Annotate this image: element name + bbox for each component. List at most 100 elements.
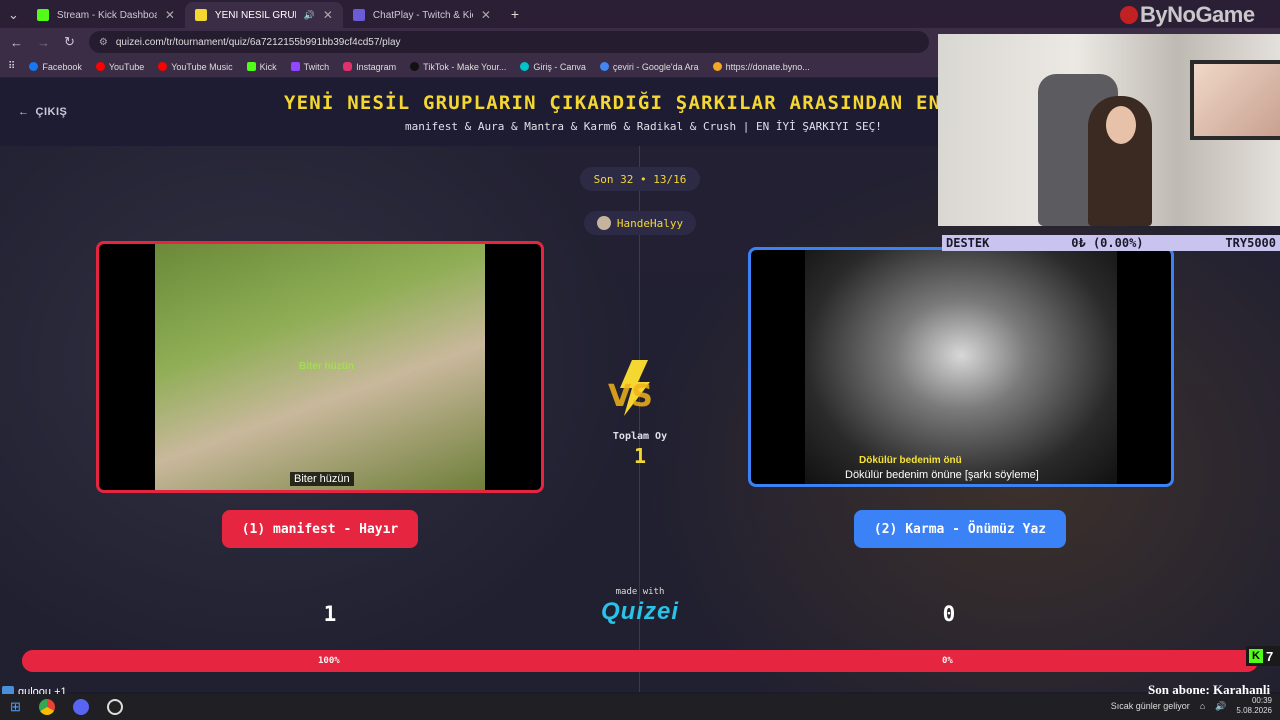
os-taskbar: ⊞ — [0, 694, 1280, 720]
chatplay-favicon-icon — [352, 9, 365, 21]
google-icon — [599, 62, 609, 71]
score-right: 0 — [942, 602, 956, 626]
tab-chatplay[interactable]: ChatPlay - Twitch & Kick İzleyic ✕ — [343, 2, 501, 28]
twitch-icon — [290, 62, 300, 71]
bookmark-label: TikTok - Make Your... — [423, 61, 507, 72]
now-playing[interactable]: Sıcak günler geliyor — [1111, 701, 1190, 711]
streamer-face — [1106, 106, 1136, 144]
vs-icon: VS — [608, 360, 653, 416]
vs-label: VS — [608, 379, 653, 414]
kick-favicon-icon — [36, 9, 49, 21]
exit-label: ÇIKIŞ — [35, 106, 68, 118]
bookmark-instagram[interactable]: Instagram — [343, 62, 396, 72]
avatar — [596, 216, 611, 230]
exit-button[interactable]: ← ÇIKIŞ — [18, 106, 67, 118]
forward-icon[interactable]: → — [37, 35, 50, 50]
webcam-overlay — [938, 34, 1280, 226]
system-tray: Sıcak günler geliyor ⌂ 🔊 00:39 5.08.2026 — [1111, 696, 1272, 716]
bookmark-tiktok[interactable]: TikTok - Make Your... — [410, 62, 506, 72]
bookmark-donate[interactable]: https://donate.byno... — [712, 62, 810, 72]
kick-viewer-count: 7 — [1266, 648, 1274, 664]
kick-viewer-badge: K 7 — [1246, 646, 1280, 666]
youtube-music-icon — [158, 62, 168, 71]
bookmark-canva[interactable]: Giriş - Canva — [520, 62, 586, 72]
video-card-left[interactable]: Biter hüzün Biter hüzün — [96, 241, 544, 493]
url-field[interactable]: ⚙ quizei.com/tr/tournament/quiz/6a721215… — [88, 31, 929, 53]
tab-title: YENİ NESİL GRUPLARIN ÇIK — [214, 9, 296, 21]
windows-start-icon[interactable]: ⊞ — [10, 699, 21, 715]
close-icon[interactable]: ✕ — [323, 8, 333, 22]
quizei-logo[interactable]: Quizei — [598, 598, 682, 626]
new-tab-button[interactable]: + — [501, 6, 529, 28]
username: HandeHalyy — [616, 216, 684, 230]
tab-search-icon[interactable]: ⌄ — [0, 7, 27, 28]
donation-label: DESTEK — [946, 236, 990, 250]
obs-icon[interactable] — [106, 699, 123, 715]
percent-right: 0% — [942, 656, 953, 666]
donation-amount: 0₺ (0.00%) — [1071, 236, 1144, 250]
close-icon[interactable]: ✕ — [481, 8, 491, 22]
video-card-right[interactable]: Dökülür bedenim önü Dökülür bedenim önün… — [748, 247, 1174, 487]
bookmark-kick[interactable]: Kick — [246, 61, 277, 72]
page-title: YENİ NESİL GRUPLARIN ÇIKARDIĞI ŞARKILAR … — [284, 92, 967, 114]
user-badge: HandeHalyy — [584, 211, 696, 235]
facebook-icon — [29, 62, 39, 71]
bookmark-label: YouTube Music — [171, 61, 233, 72]
kick-icon — [246, 62, 256, 71]
donate-icon — [712, 62, 722, 71]
bookmark-google-translate[interactable]: çeviri - Google'da Ara — [599, 61, 699, 72]
tab-kick-dashboard[interactable]: Stream - Kick Dashboard ✕ — [27, 2, 185, 28]
youtube-icon — [95, 62, 105, 71]
canva-icon — [520, 62, 530, 71]
page-subtitle: manifest & Aura & Mantra & Karm6 & Radik… — [405, 120, 882, 133]
vote-progress-fill — [22, 650, 1258, 672]
clock[interactable]: 00:39 5.08.2026 — [1236, 696, 1272, 716]
donation-goal: TRY5000 — [1225, 236, 1276, 250]
bookmark-youtube-music[interactable]: YouTube Music — [158, 61, 233, 72]
tab-title: Stream - Kick Dashboard — [56, 9, 157, 21]
watermark-text: ByNoGame — [1140, 2, 1255, 27]
back-icon[interactable]: ← — [10, 35, 23, 50]
percent-left: 100% — [318, 656, 340, 666]
subtitle-caption-left: Biter hüzün — [290, 472, 354, 486]
score-left: 1 — [323, 602, 337, 626]
video-frame-right — [805, 250, 1117, 484]
instagram-icon — [343, 62, 353, 71]
bookmark-twitch[interactable]: Twitch — [290, 61, 330, 72]
overlay-caption-right: Dökülür bedenim önü — [859, 455, 962, 466]
donation-bar: DESTEK 0₺ (0.00%) TRY5000 — [942, 235, 1280, 251]
overlay-caption-left: Biter hüzün — [299, 361, 354, 372]
chrome-icon[interactable] — [38, 699, 55, 715]
arrow-left-icon: ← — [18, 106, 30, 118]
tiktok-icon — [410, 62, 420, 71]
made-with-label: made with — [615, 587, 665, 597]
network-icon[interactable]: ⌂ — [1200, 701, 1205, 711]
bynogame-logo-icon — [1120, 6, 1138, 24]
bookmark-label: çeviri - Google'da Ara — [612, 61, 699, 72]
bookmark-facebook[interactable]: Facebook — [29, 62, 82, 72]
bookmark-label: Facebook — [42, 61, 82, 72]
volume-icon[interactable]: 🔊 — [1215, 701, 1226, 712]
bookmark-label: Instagram — [356, 61, 397, 72]
url-text: quizei.com/tr/tournament/quiz/6a7212155b… — [115, 36, 401, 48]
bookmark-label: Kick — [259, 61, 277, 72]
reload-icon[interactable]: ↻ — [64, 34, 75, 50]
site-info-icon[interactable]: ⚙ — [99, 37, 108, 48]
vote-option-1-button[interactable]: (1) manifest - Hayır — [222, 510, 418, 548]
round-badge: Son 32 • 13/16 — [580, 167, 700, 191]
clock-time: 00:39 — [1251, 696, 1272, 705]
watermark: ByNoGame — [1120, 2, 1255, 28]
total-votes-value: 1 — [633, 444, 647, 468]
close-icon[interactable]: ✕ — [165, 8, 175, 22]
apps-grid-icon[interactable]: ⠿ — [8, 61, 15, 72]
discord-icon[interactable] — [72, 699, 89, 715]
vote-option-2-button[interactable]: (2) Karma - Önümüz Yaz — [854, 510, 1066, 548]
bookmark-label: YouTube — [108, 61, 145, 72]
quizei-favicon-icon — [194, 9, 207, 21]
bookmark-label: Twitch — [303, 61, 330, 72]
tab-title: ChatPlay - Twitch & Kick İzleyic — [372, 9, 473, 21]
tab-quiz[interactable]: YENİ NESİL GRUPLARIN ÇIK 🔊 ✕ — [184, 2, 343, 28]
bookmark-youtube[interactable]: YouTube — [95, 61, 145, 72]
subtitle-caption-right: Dökülür bedenim önüne [şarkı söyleme] — [845, 469, 1039, 481]
speaker-icon[interactable]: 🔊 — [304, 10, 315, 21]
